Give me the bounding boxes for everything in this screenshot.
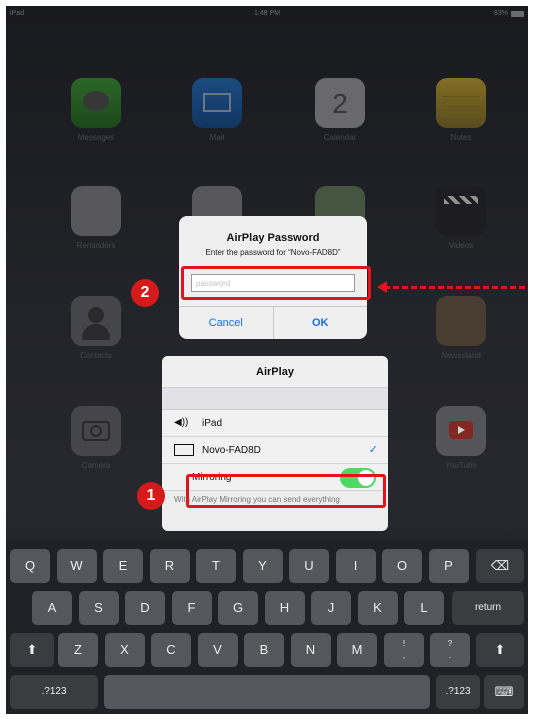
- checkmark-icon: ✓: [368, 444, 378, 456]
- ok-button[interactable]: OK: [272, 307, 368, 339]
- highlight-mirroring-toggle: [186, 474, 386, 508]
- highlight-password-field: [181, 266, 371, 300]
- annotation-arrow-icon: [377, 281, 387, 293]
- numbers-key-left[interactable]: .?123: [10, 675, 98, 709]
- tv-icon: [174, 444, 194, 456]
- key-question-period[interactable]: ? .: [430, 633, 470, 667]
- hide-keyboard-icon[interactable]: ⌨: [484, 675, 524, 709]
- key-i[interactable]: I: [335, 549, 376, 583]
- key-a[interactable]: A: [32, 591, 72, 625]
- key-exclaim-comma[interactable]: ! ,: [384, 633, 424, 667]
- key-t[interactable]: T: [196, 549, 236, 583]
- key-x[interactable]: X: [104, 633, 145, 667]
- key-u[interactable]: U: [289, 549, 329, 583]
- device-name-ipad: iPad: [202, 418, 223, 429]
- key-c[interactable]: C: [151, 633, 191, 667]
- key-d[interactable]: D: [125, 591, 165, 625]
- shift-right-icon[interactable]: ⬆: [476, 633, 524, 667]
- annotation-arrow-line: [384, 286, 528, 289]
- key-p[interactable]: P: [428, 549, 469, 583]
- key-n[interactable]: N: [290, 633, 331, 667]
- dialog-message: Enter the password for “Novo-FAD8D”: [205, 248, 341, 257]
- key-r[interactable]: R: [149, 549, 190, 583]
- key-g[interactable]: G: [218, 591, 258, 625]
- key-w[interactable]: W: [56, 549, 97, 583]
- dialog-buttons: Cancel OK: [179, 306, 367, 339]
- key-o[interactable]: O: [382, 549, 422, 583]
- key-b[interactable]: B: [244, 633, 284, 667]
- step-marker-1: 1: [137, 482, 165, 510]
- key-v[interactable]: V: [197, 633, 238, 667]
- key-q[interactable]: Q: [10, 549, 50, 583]
- key-h[interactable]: H: [264, 591, 305, 625]
- dialog-title: AirPlay Password: [226, 232, 320, 244]
- key-s[interactable]: S: [78, 591, 119, 625]
- cancel-button[interactable]: Cancel: [179, 307, 273, 339]
- key-y[interactable]: Y: [242, 549, 283, 583]
- numbers-key-right[interactable]: .?123: [436, 675, 480, 709]
- key-f[interactable]: F: [171, 591, 212, 625]
- key-j[interactable]: J: [311, 591, 351, 625]
- step-marker-2: 2: [131, 279, 159, 307]
- ipad-screen: iPad 1:48 PM 83% Messages Mail 2 Calenda…: [6, 6, 528, 714]
- backspace-icon[interactable]: ⌫: [476, 549, 524, 583]
- speaker-icon: ◀)): [174, 417, 189, 428]
- airplay-title: AirPlay: [162, 356, 388, 388]
- key-l[interactable]: L: [404, 591, 444, 625]
- space-bar[interactable]: [104, 675, 430, 709]
- key-m[interactable]: M: [337, 633, 377, 667]
- device-row-novo[interactable]: Novo-FAD8D ✓: [162, 437, 388, 464]
- return-key[interactable]: return: [452, 591, 524, 625]
- key-e[interactable]: E: [103, 549, 143, 583]
- device-name-novo: Novo-FAD8D: [202, 445, 261, 456]
- key-z[interactable]: Z: [58, 633, 98, 667]
- key-k[interactable]: K: [357, 591, 398, 625]
- device-row-ipad[interactable]: ◀)) iPad: [162, 410, 388, 437]
- shift-left-icon[interactable]: ⬆: [10, 633, 54, 667]
- onscreen-keyboard: Q W E R T Y U I O P ⌫ A S D F G H J K Lreturn ⬆ Z X C V B N M! ,? .…: [6, 539, 528, 714]
